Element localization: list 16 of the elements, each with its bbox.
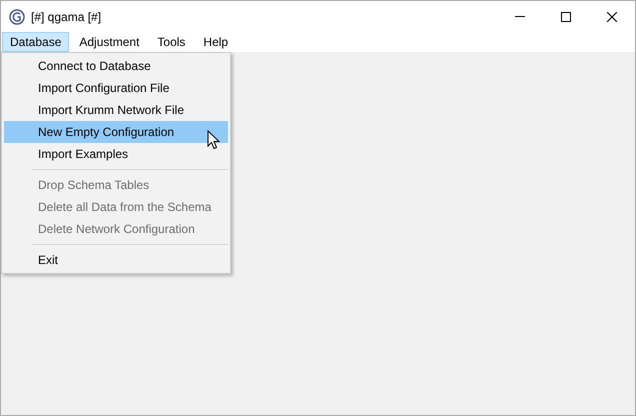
menu-item[interactable]: Tools	[149, 32, 194, 52]
menu-option[interactable]: New Empty Configuration	[4, 121, 228, 143]
maximize-icon	[561, 12, 571, 22]
menu-option[interactable]: Import Krumm Network File	[4, 99, 228, 121]
menu-item[interactable]: Database	[2, 32, 70, 52]
minimize-icon	[515, 16, 525, 17]
menu-option[interactable]: Connect to Database	[4, 55, 228, 77]
menu-option[interactable]: Import Examples	[4, 143, 228, 165]
close-icon	[607, 12, 617, 22]
app-icon	[9, 8, 25, 24]
menu-option[interactable]: Exit	[4, 249, 228, 271]
menu-option[interactable]: Import Configuration File	[4, 77, 228, 99]
mouse-pointer-icon	[207, 130, 220, 150]
menu-item[interactable]: Adjustment	[71, 32, 148, 52]
window-title: [#] qgama [#]	[31, 8, 102, 26]
menu-item[interactable]: Help	[195, 32, 236, 52]
